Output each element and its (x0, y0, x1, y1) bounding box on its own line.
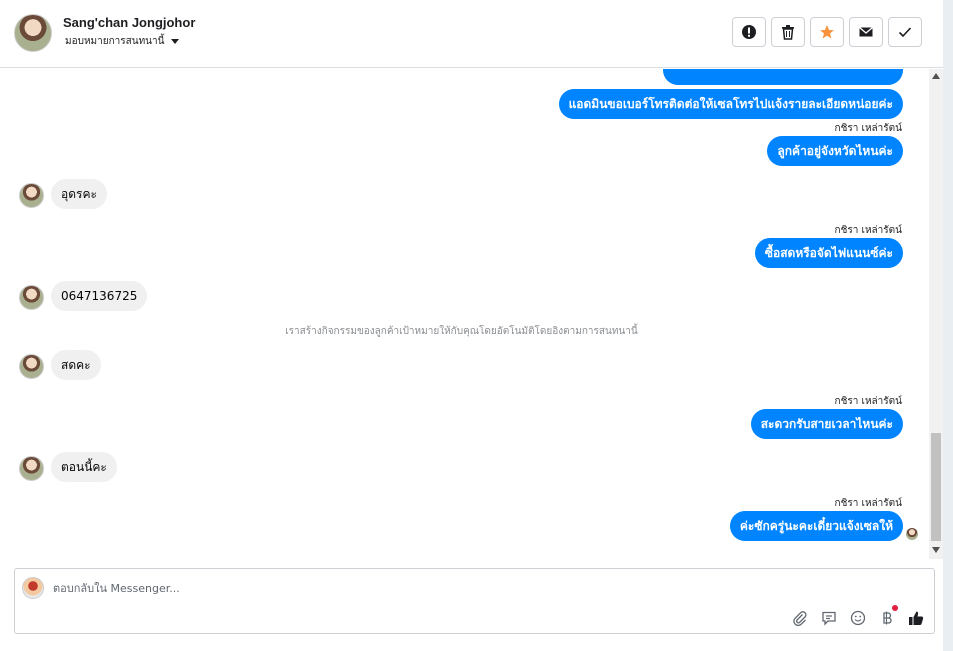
scrollbar-thumb[interactable] (931, 433, 941, 541)
message-composer (14, 568, 935, 634)
contact-avatar-small (19, 456, 44, 481)
message-bubble-outgoing[interactable]: ค่ะซักครู่นะคะเดี๋ยวแจ้งเซลให้ (729, 511, 903, 541)
report-button[interactable] (732, 17, 766, 47)
conversation-panel: Sang'chan Jongjohor มอบหมายการสนทนานี้ แ… (0, 0, 943, 651)
message-bubble-outgoing[interactable]: แอดมินขอเบอร์โทรติดต่อให้เซลโทรไปแจ้งราย… (558, 89, 903, 119)
mark-unread-button[interactable] (849, 17, 883, 47)
saved-replies-button[interactable] (820, 609, 837, 626)
star-button[interactable] (810, 17, 844, 47)
reply-input[interactable] (53, 582, 653, 595)
check-icon (898, 27, 912, 38)
sender-name: กชิรา เหล่ารัตน์ (834, 396, 902, 407)
trash-icon (782, 25, 794, 40)
mark-done-button[interactable] (888, 17, 922, 47)
notification-dot (892, 605, 898, 611)
message-list[interactable]: แอดมินขอเบอร์โทรติดต่อให้เซลโทรไปแจ้งราย… (0, 69, 943, 559)
message-bubble-outgoing[interactable]: ลูกค้าอยู่จังหวัดไหนค่ะ (767, 136, 903, 166)
contact-avatar-small (19, 183, 44, 208)
payment-button[interactable] (878, 605, 898, 626)
baht-icon (882, 611, 892, 624)
system-notice: เราสร้างกิจกรรมของลูกค้าเป้าหมายให้กับคุ… (285, 326, 638, 337)
thumbs-up-icon (908, 611, 923, 625)
star-icon (820, 25, 834, 39)
caret-down-icon (171, 39, 180, 44)
message-bubble-outgoing[interactable]: ซื้อสดหรือจัดไฟแนนซ์ค่ะ (754, 238, 903, 268)
message-bubble-outgoing[interactable]: สะดวกรับสายเวลาไหนค่ะ (750, 409, 903, 439)
page-avatar (22, 577, 44, 599)
delete-button[interactable] (771, 17, 805, 47)
scroll-up-arrow-icon[interactable] (932, 73, 940, 79)
sender-name: กชิรา เหล่ารัตน์ (834, 498, 902, 509)
paperclip-icon (792, 610, 807, 626)
assign-label: มอบหมายการสนทนานี้ (65, 36, 165, 47)
alert-icon (742, 25, 756, 39)
conversation-header: Sang'chan Jongjohor มอบหมายการสนทนานี้ (0, 0, 943, 68)
attach-button[interactable] (791, 609, 808, 626)
scroll-down-arrow-icon[interactable] (932, 547, 940, 553)
sender-name: กชิรา เหล่ารัตน์ (834, 225, 902, 236)
message-bubble-incoming[interactable]: สดคะ (51, 350, 101, 380)
like-button[interactable] (907, 609, 924, 626)
envelope-icon (859, 27, 873, 37)
contact-avatar[interactable] (14, 14, 52, 52)
message-bubble-incoming[interactable]: ตอนนี้คะ (51, 452, 117, 482)
contact-avatar-small (19, 285, 44, 310)
sender-name: กชิรา เหล่ารัตน์ (834, 123, 902, 134)
message-bubble-partial (663, 69, 903, 85)
message-bubble-incoming[interactable]: อุดรคะ (51, 179, 107, 209)
read-receipt-avatar (906, 528, 918, 540)
speech-bubble-icon (821, 611, 836, 626)
message-bubble-incoming[interactable]: 0647136725 (51, 281, 148, 311)
contact-avatar-small (19, 354, 44, 379)
assign-conversation-dropdown[interactable]: มอบหมายการสนทนานี้ (65, 34, 180, 49)
emoji-button[interactable] (849, 609, 866, 626)
header-actions (732, 17, 922, 47)
composer-tools (791, 605, 924, 626)
smiley-icon (850, 610, 865, 625)
contact-name[interactable]: Sang'chan Jongjohor (63, 15, 195, 30)
scrollbar[interactable] (929, 69, 943, 559)
